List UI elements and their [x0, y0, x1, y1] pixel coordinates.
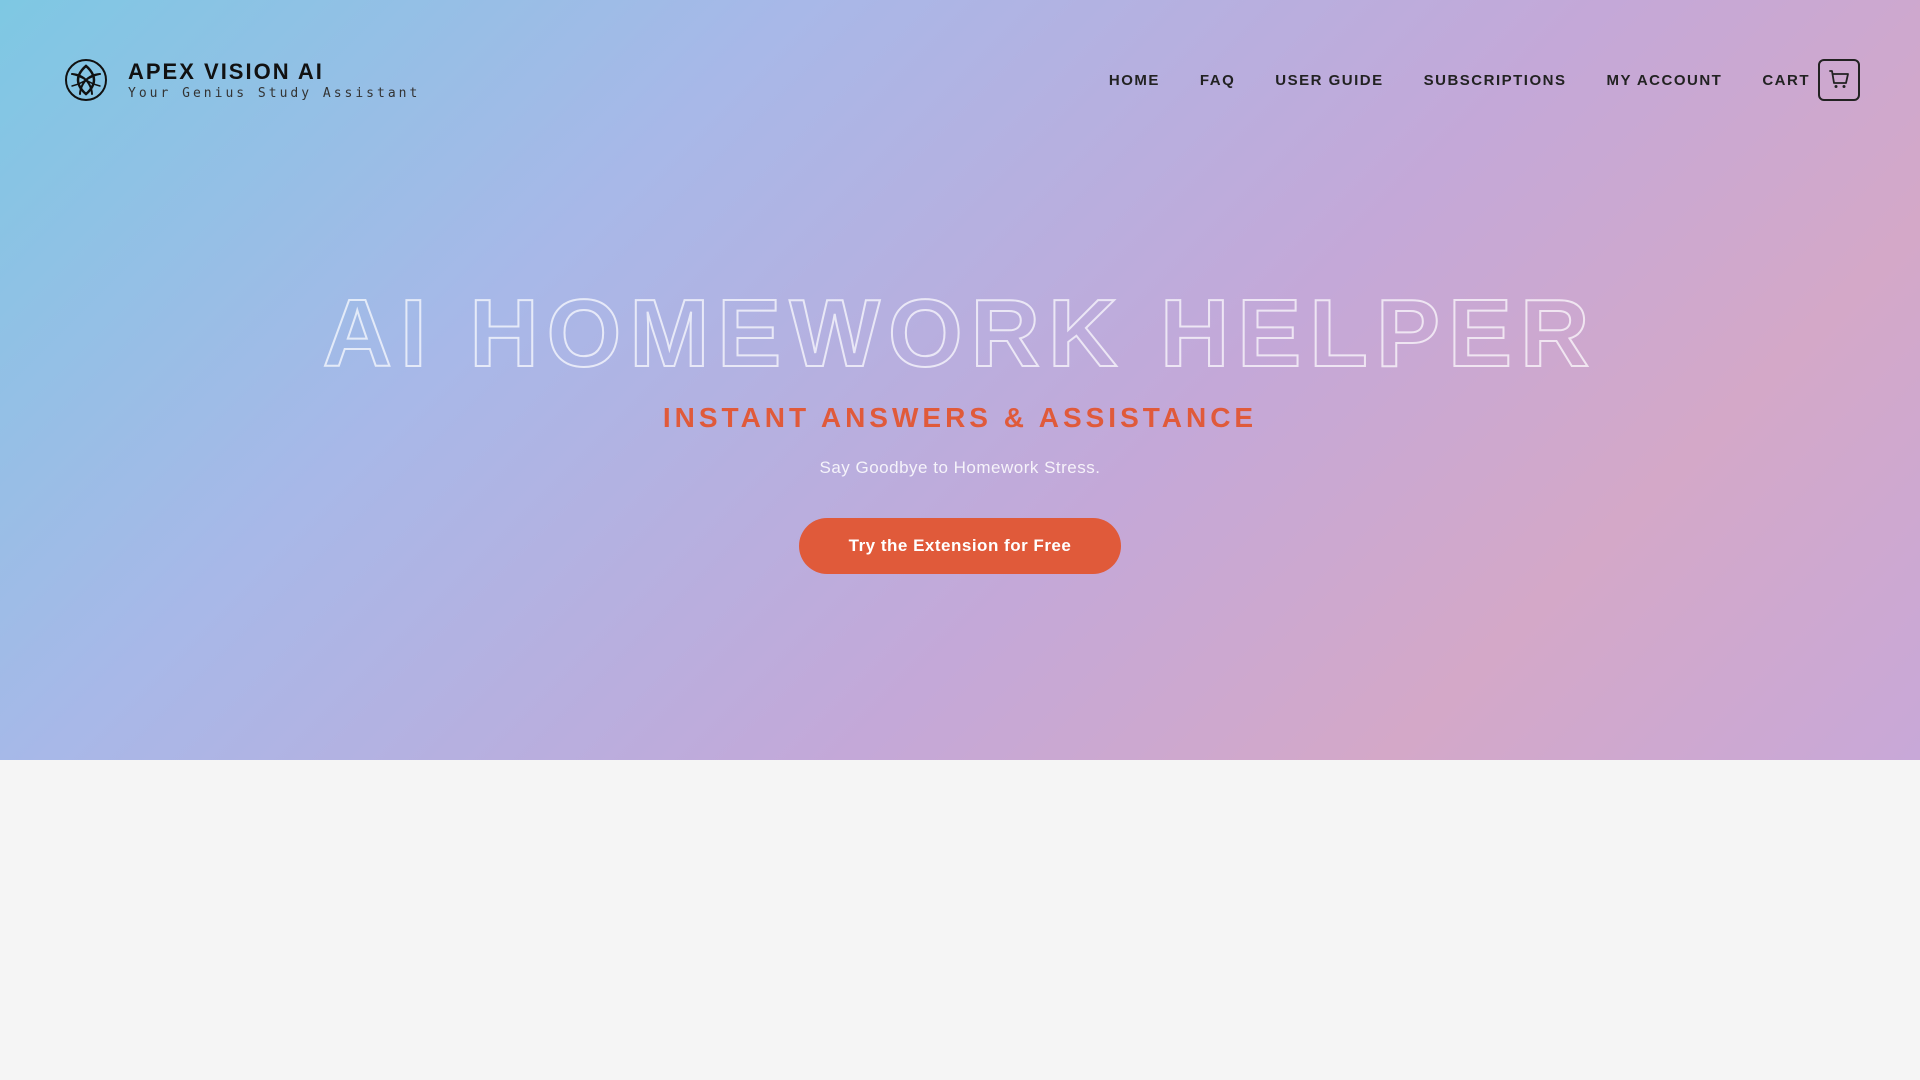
cart-icon	[1818, 59, 1860, 101]
nav-cart[interactable]: CART	[1762, 59, 1860, 101]
logo[interactable]: APEX VISION AI Your Genius Study Assista…	[60, 54, 420, 106]
hero-description: Say Goodbye to Homework Stress.	[819, 458, 1100, 478]
nav-user-guide[interactable]: USER GUIDE	[1275, 72, 1383, 89]
nav-cart-label: CART	[1762, 72, 1810, 89]
nav-links: HOME FAQ USER GUIDE SUBSCRIPTIONS MY ACC…	[1109, 59, 1860, 101]
hero-subtitle: INSTANT ANSWERS & ASSISTANCE	[663, 402, 1257, 434]
hero-main-title: AI HOMEWORK HELPER	[323, 286, 1598, 382]
logo-icon	[60, 54, 112, 106]
hero-section: APEX VISION AI Your Genius Study Assista…	[0, 0, 1920, 760]
nav-faq[interactable]: FAQ	[1200, 72, 1235, 89]
logo-subtitle: Your Genius Study Assistant	[128, 86, 420, 101]
logo-title: APEX VISION AI	[128, 59, 420, 85]
navbar: APEX VISION AI Your Genius Study Assista…	[0, 0, 1920, 160]
bottom-section	[0, 760, 1920, 1080]
logo-text: APEX VISION AI Your Genius Study Assista…	[128, 59, 420, 100]
nav-my-account[interactable]: MY ACCOUNT	[1606, 72, 1722, 89]
cta-button[interactable]: Try the Extension for Free	[799, 518, 1122, 574]
hero-content: AI HOMEWORK HELPER INSTANT ANSWERS & ASS…	[0, 160, 1920, 760]
nav-home[interactable]: HOME	[1109, 72, 1160, 89]
nav-subscriptions[interactable]: SUBSCRIPTIONS	[1424, 72, 1567, 89]
